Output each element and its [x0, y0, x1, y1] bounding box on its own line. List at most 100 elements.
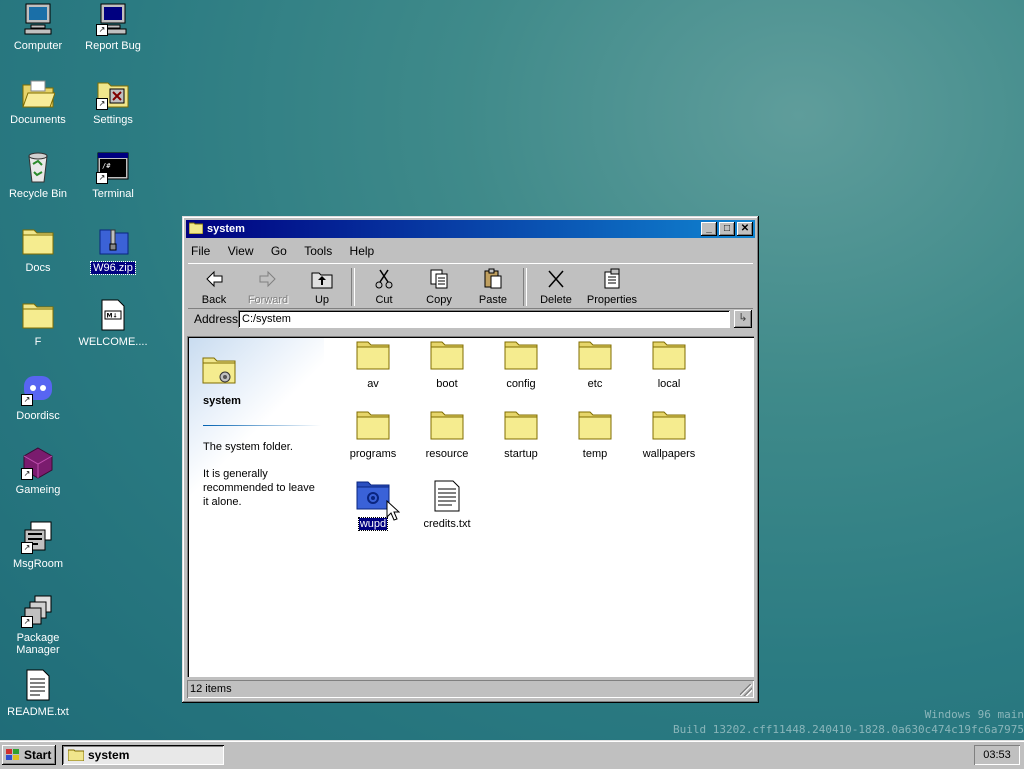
paste-button[interactable]: Paste [467, 266, 519, 306]
desktop-icon-f[interactable]: F [0, 298, 76, 348]
address-label: Address [194, 312, 239, 326]
file-label: startup [504, 448, 538, 460]
taskbar-item-label: system [88, 748, 130, 762]
doordisc-icon: ↗ [21, 372, 55, 406]
cut-button[interactable]: Cut [358, 266, 410, 306]
toolbar: Back Forward Up Cut Copy Paste Delete Pr… [188, 263, 753, 309]
menu-view[interactable]: View [225, 244, 257, 258]
file-item[interactable]: av [337, 340, 409, 390]
desktop-icon-recycle-bin[interactable]: Recycle Bin [0, 150, 76, 200]
file-item[interactable]: wallpapers [633, 410, 705, 460]
menu-file[interactable]: File [188, 244, 213, 258]
address-input[interactable]: C:/system [238, 310, 730, 328]
desktop-icon-doordisc[interactable]: ↗ Doordisc [0, 372, 76, 422]
file-item[interactable]: resource [411, 410, 483, 460]
taskbar-item-system[interactable]: system [62, 745, 224, 765]
cut-label: Cut [375, 294, 393, 306]
panel-divider [203, 425, 321, 426]
address-bar: Address C:/system ↳ [188, 309, 753, 331]
desktop-icon-package-manager[interactable]: ↗ Package Manager [0, 594, 76, 656]
svg-text:M↓: M↓ [107, 313, 118, 320]
desktop-icon-label: Package Manager [16, 632, 60, 656]
file-label: wupd [357, 517, 389, 531]
file-item[interactable]: startup [485, 410, 557, 460]
desktop-icon-msgroom[interactable]: ↗ MsgRoom [0, 520, 76, 570]
system-folder-icon [202, 353, 236, 385]
menu-go[interactable]: Go [268, 244, 290, 258]
window-title: system [207, 223, 245, 235]
desktop-icon-label: W96.zip [90, 261, 136, 275]
recycle-bin-icon [21, 150, 55, 184]
desktop-icon-documents[interactable]: Documents [0, 76, 76, 126]
desktop-icon-label: Gameing [15, 484, 61, 496]
item-count: 12 items [190, 683, 232, 695]
folder-icon [578, 410, 612, 440]
build-info-line2: Build 13202.cff11448.240410-1828.0a630c4… [673, 723, 1024, 736]
text-file-icon [430, 480, 464, 512]
file-item[interactable]: programs [337, 410, 409, 460]
up-button[interactable]: Up [296, 266, 348, 306]
folder-icon [652, 410, 686, 440]
desktop-icon-w96-zip[interactable]: W96.zip [75, 224, 151, 275]
start-button[interactable]: Start [2, 745, 56, 765]
folder-icon [67, 749, 85, 762]
desktop-icon-label: MsgRoom [12, 558, 64, 570]
forward-button[interactable]: Forward [242, 266, 294, 306]
file-label: etc [587, 378, 603, 390]
minimize-button[interactable]: _ [701, 222, 717, 236]
desktop-icon-label: Doordisc [16, 410, 60, 422]
desktop-icon-label: Settings [93, 114, 133, 126]
file-view[interactable]: system The system folder. It is generall… [187, 336, 754, 677]
menu-help[interactable]: Help [347, 244, 378, 258]
desktop-icon-label: Terminal [92, 188, 134, 200]
window-titlebar[interactable]: system _ □ ✕ [186, 220, 755, 238]
delete-button[interactable]: Delete [530, 266, 582, 306]
panel-title: system [203, 395, 241, 407]
file-item[interactable]: temp [559, 410, 631, 460]
game-cube-icon: ↗ [21, 446, 55, 480]
folder-icon [188, 222, 204, 235]
clock[interactable]: 03:53 [974, 745, 1020, 765]
address-go-button[interactable]: ↳ [734, 310, 752, 328]
close-button[interactable]: ✕ [737, 222, 753, 236]
copy-button[interactable]: Copy [413, 266, 465, 306]
desktop-icon-label: Report Bug [85, 40, 141, 52]
desktop-icon-welcome[interactable]: M↓ WELCOME.... [75, 298, 151, 348]
mouse-cursor-icon [386, 499, 401, 522]
file-item[interactable]: credits.txt [411, 480, 483, 530]
desktop-icon-gameing[interactable]: ↗ Gameing [0, 446, 76, 496]
msgroom-icon: ↗ [21, 520, 55, 554]
explorer-window[interactable]: system _ □ ✕ File View Go Tools Help Bac… [182, 216, 759, 703]
back-button[interactable]: Back [188, 266, 240, 306]
desktop-icon-docs[interactable]: Docs [0, 224, 76, 274]
back-label: Back [201, 294, 227, 306]
properties-label: Properties [586, 294, 638, 306]
start-logo-icon [6, 749, 20, 761]
desktop-icon-settings[interactable]: ↗ Settings [75, 76, 151, 126]
maximize-button[interactable]: □ [719, 222, 735, 236]
menu-tools[interactable]: Tools [301, 244, 335, 258]
paste-clipboard-icon [482, 268, 504, 290]
desktop-icon-terminal[interactable]: /# ↗ Terminal [75, 150, 151, 200]
properties-button[interactable]: Properties [584, 266, 640, 306]
report-bug-icon: ↗ [96, 2, 130, 36]
properties-icon [601, 268, 623, 290]
desktop-icon-readme[interactable]: README.txt [0, 668, 76, 718]
minimize-icon: _ [706, 223, 712, 234]
file-item[interactable]: boot [411, 340, 483, 390]
up-label: Up [314, 294, 330, 306]
folder-icon [356, 340, 390, 370]
folder-icon [504, 410, 538, 440]
copy-icon [428, 268, 450, 290]
file-item[interactable]: etc [559, 340, 631, 390]
desktop-icon-label: WELCOME.... [78, 336, 148, 348]
file-item[interactable]: config [485, 340, 557, 390]
file-label: temp [582, 448, 608, 460]
panel-description: The system folder. [203, 441, 293, 453]
folder-icon [430, 340, 464, 370]
desktop-icon-computer[interactable]: Computer [0, 2, 76, 52]
resize-grip-icon[interactable] [740, 684, 752, 696]
file-item[interactable]: local [633, 340, 705, 390]
file-label: wallpapers [642, 448, 696, 460]
desktop-icon-report-bug[interactable]: ↗ Report Bug [75, 2, 151, 52]
